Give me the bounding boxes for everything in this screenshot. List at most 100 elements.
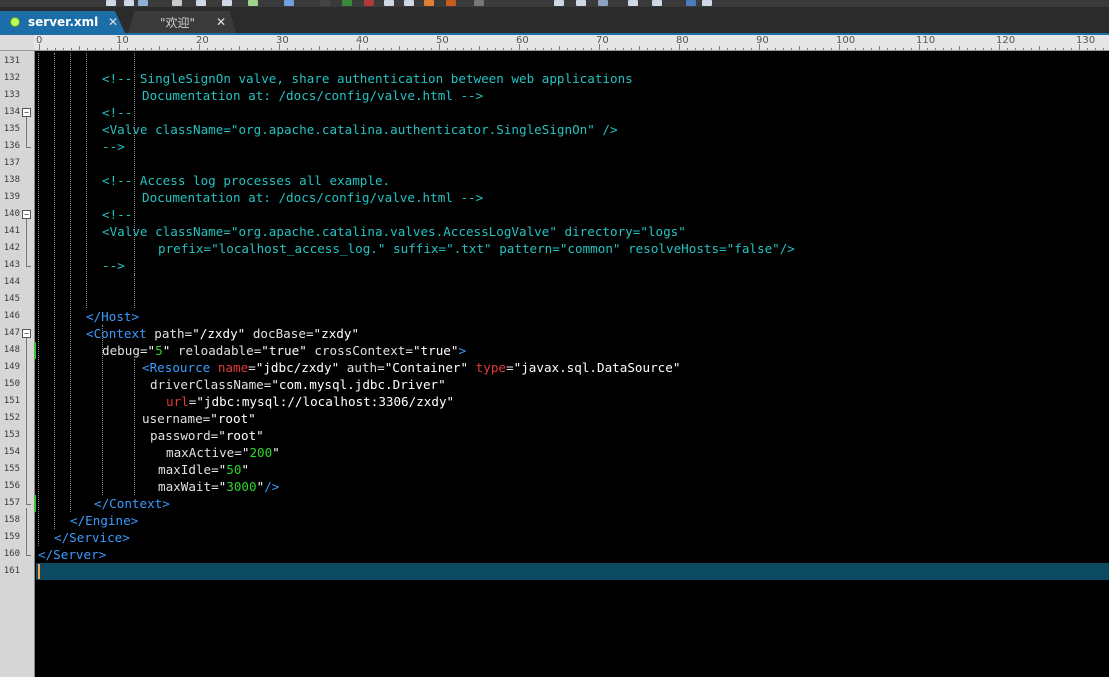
modified-line-marker <box>34 342 36 359</box>
ruler-tick <box>447 48 448 50</box>
ruler-tick <box>551 48 552 50</box>
close-tab-icon[interactable]: ✕ <box>108 15 118 29</box>
ruler-tick <box>247 48 248 50</box>
ruler-label: 0 <box>36 35 43 46</box>
ruler-tick <box>471 48 472 50</box>
ruler-tick <box>823 48 824 50</box>
toolbar-button-icon[interactable] <box>248 0 258 6</box>
toolbar-button-icon[interactable] <box>284 0 294 6</box>
indent-guide <box>102 342 103 495</box>
toolbar-button-icon[interactable] <box>138 0 148 6</box>
ruler-tick <box>847 48 848 50</box>
ruler-tick <box>687 48 688 50</box>
toolbar-button-icon[interactable] <box>364 0 374 6</box>
ruler-tick <box>263 48 264 50</box>
ruler-tick <box>191 48 192 50</box>
toolbar-button-icon[interactable] <box>124 0 134 6</box>
ruler-tick <box>1055 48 1056 50</box>
tab-welcome[interactable]: "欢迎" ✕ <box>128 11 236 33</box>
ruler-tick <box>719 46 720 50</box>
ruler-tick <box>727 48 728 50</box>
code-token: username <box>142 411 203 426</box>
ruler-tick <box>887 48 888 50</box>
code-token: = <box>234 445 242 460</box>
tab-server-xml[interactable]: server.xml ✕ <box>0 11 125 33</box>
fold-range-end <box>26 266 31 267</box>
fold-range-line <box>26 219 27 266</box>
toolbar-button-icon[interactable] <box>424 0 434 6</box>
indent-guide <box>134 53 135 70</box>
ruler-tick <box>151 48 152 50</box>
toolbar-button-icon[interactable] <box>384 0 394 6</box>
tab-bar: server.xml ✕ "欢迎" ✕ <box>0 7 1109 35</box>
code-token: "root" <box>218 428 264 443</box>
toolbar-button-icon[interactable] <box>598 0 608 6</box>
code-line: <!-- Access log processes all example. <box>102 172 390 189</box>
code-line: </Host> <box>86 308 139 325</box>
code-token: --> <box>102 258 125 273</box>
ruler-tick <box>303 48 304 50</box>
toolbar-button-icon[interactable] <box>702 0 712 6</box>
line-number: 148 <box>3 345 20 355</box>
code-token: </Engine> <box>70 513 139 528</box>
ruler-tick <box>383 48 384 50</box>
toolbar-button-icon[interactable] <box>222 0 232 6</box>
ruler-tick <box>583 48 584 50</box>
line-number: 135 <box>3 124 20 134</box>
ruler-tick <box>751 48 752 50</box>
ruler-label: 50 <box>436 35 449 46</box>
close-tab-icon[interactable]: ✕ <box>216 15 226 29</box>
ruler-label: 30 <box>276 35 289 46</box>
toolbar-button-icon[interactable] <box>576 0 586 6</box>
ruler-tick <box>783 48 784 50</box>
code-token: type <box>468 360 507 375</box>
ruler-tick <box>135 48 136 50</box>
ruler-tick <box>1039 46 1040 50</box>
ruler-tick <box>663 48 664 50</box>
fold-toggle-icon[interactable]: − <box>22 108 31 117</box>
indent-guide <box>38 53 39 546</box>
ruler-tick <box>935 48 936 50</box>
fold-toggle-icon[interactable]: − <box>22 210 31 219</box>
toolbar-button-icon[interactable] <box>106 0 116 6</box>
toolbar-button-icon[interactable] <box>404 0 414 6</box>
code-token: " <box>272 445 280 460</box>
toolbar-button-icon[interactable] <box>554 0 564 6</box>
toolbar-button-icon[interactable] <box>474 0 484 6</box>
toolbar-button-icon[interactable] <box>172 0 182 6</box>
ruler-tick <box>1031 48 1032 50</box>
ruler-tick <box>767 48 768 50</box>
toolbar-button-icon[interactable] <box>652 0 662 6</box>
code-token: 200 <box>249 445 273 460</box>
ruler-tick <box>591 48 592 50</box>
code-token: <Valve className="org.apache.catalina.au… <box>102 122 618 137</box>
fold-toggle-icon[interactable]: − <box>22 329 31 338</box>
indent-guide <box>134 359 135 495</box>
code-token: path <box>146 326 185 341</box>
code-editor[interactable]: <!-- SingleSignOn valve, share authentic… <box>36 51 1109 677</box>
code-token: crossContext <box>306 343 406 358</box>
code-token: <!-- <box>102 207 133 222</box>
code-line: Documentation at: /docs/config/valve.htm… <box>142 189 483 206</box>
ruler-label: 70 <box>596 35 609 46</box>
fold-range-end <box>26 504 31 505</box>
toolbar-button-icon[interactable] <box>342 0 352 6</box>
code-token: " <box>241 462 250 477</box>
toolbar-button-icon[interactable] <box>446 0 456 6</box>
toolbar-button-icon[interactable] <box>320 0 330 6</box>
line-number: 139 <box>3 192 20 202</box>
ruler-tick <box>831 48 832 50</box>
toolbar-button-icon[interactable] <box>628 0 638 6</box>
code-token: <!-- <box>102 105 133 120</box>
ruler-tick <box>287 48 288 50</box>
modified-line-marker <box>34 495 36 512</box>
toolbar-button-icon[interactable] <box>686 0 696 6</box>
code-line: --> <box>102 257 125 274</box>
ruler-tick <box>911 48 912 50</box>
line-number: 145 <box>3 294 20 304</box>
ruler-tick <box>607 48 608 50</box>
toolbar-button-icon[interactable] <box>196 0 206 6</box>
tab-label: server.xml <box>28 15 99 29</box>
ruler-tick <box>951 48 952 50</box>
line-number: 138 <box>3 175 20 185</box>
